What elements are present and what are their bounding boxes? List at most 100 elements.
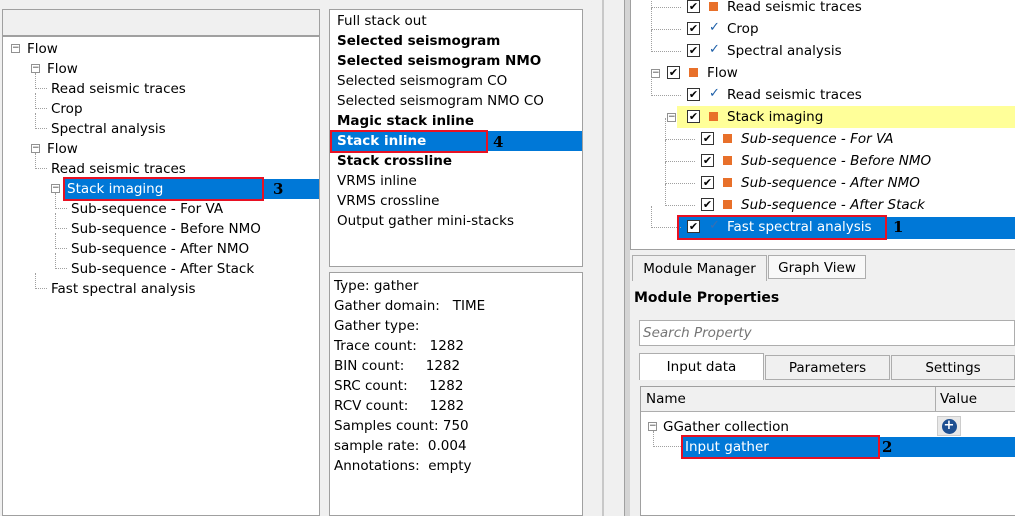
tree-connector bbox=[665, 118, 695, 140]
tree-item[interactable]: Read seismic traces bbox=[727, 0, 862, 17]
output-list-item[interactable]: Selected seismogram NMO bbox=[330, 51, 582, 71]
tree-item[interactable]: Sub-sequence - Before NMO bbox=[69, 219, 261, 239]
checkbox[interactable]: ✔ bbox=[687, 22, 700, 35]
info-line: Samples count: 750 bbox=[334, 418, 469, 434]
tree-item[interactable]: Sub-sequence - After NMO bbox=[741, 173, 920, 193]
checkbox[interactable]: ✔ bbox=[687, 0, 700, 13]
column-header-name[interactable]: Name bbox=[641, 387, 936, 412]
collapse-icon[interactable]: − bbox=[648, 422, 657, 431]
tree-item[interactable]: Sub-sequence - After Stack bbox=[741, 195, 925, 215]
checkbox[interactable]: ✔ bbox=[701, 132, 714, 145]
tree-item[interactable]: Stack imaging bbox=[727, 107, 823, 127]
info-line: Annotations: empty bbox=[334, 458, 472, 474]
tree-connector bbox=[35, 153, 47, 169]
left-panel-header bbox=[2, 9, 320, 37]
tree-connector bbox=[55, 213, 67, 229]
checkbox[interactable]: ✔ bbox=[701, 154, 714, 167]
annotation-number-3: 3 bbox=[273, 180, 284, 198]
tree-connector bbox=[55, 193, 67, 209]
tab-parameters[interactable]: Parameters bbox=[765, 355, 890, 380]
tab-input-data[interactable]: Input data bbox=[639, 353, 764, 380]
status-square-icon bbox=[709, 2, 718, 11]
tab-settings[interactable]: Settings bbox=[891, 355, 1015, 380]
tree-connector bbox=[665, 162, 695, 184]
tree-connector bbox=[651, 0, 681, 8]
flow-tree[interactable]: − Flow − Flow Read seismic traces Crop Spectra… bbox=[2, 37, 320, 516]
flow-check-tree[interactable]: ✔ Read seismic traces ✔ ✓ Crop ✔ ✓ Spectral ana… bbox=[630, 0, 1015, 250]
annotation-box-1 bbox=[677, 215, 887, 240]
splitter[interactable] bbox=[602, 0, 604, 516]
tree-item[interactable]: Sub-sequence - Before NMO bbox=[741, 151, 931, 171]
collapse-icon[interactable]: − bbox=[31, 144, 40, 153]
output-list-item[interactable]: VRMS crossline bbox=[330, 191, 582, 211]
tree-connector bbox=[55, 233, 67, 249]
tree-item[interactable]: Fast spectral analysis bbox=[49, 279, 196, 299]
tree-item[interactable]: Read seismic traces bbox=[727, 85, 862, 105]
status-square-icon bbox=[723, 200, 732, 209]
property-table: Name Value − GGather collection + Input … bbox=[640, 386, 1015, 516]
output-list-item[interactable]: Selected seismogram bbox=[330, 31, 582, 51]
tree-item[interactable]: Flow bbox=[25, 39, 58, 59]
tree-item[interactable]: Read seismic traces bbox=[49, 79, 186, 99]
annotation-number-2: 2 bbox=[882, 438, 893, 456]
annotation-box-3 bbox=[63, 177, 264, 201]
collapse-icon[interactable]: − bbox=[11, 44, 20, 53]
tree-connector bbox=[35, 93, 47, 109]
tree-connector bbox=[665, 184, 695, 206]
tree-item[interactable]: Sub-sequence - After Stack bbox=[69, 259, 254, 279]
add-button[interactable]: + bbox=[937, 416, 961, 436]
tree-item[interactable]: Spectral analysis bbox=[727, 41, 842, 61]
tree-item[interactable]: Flow bbox=[45, 139, 78, 159]
annotation-number-1: 1 bbox=[893, 218, 904, 236]
annotation-box-4 bbox=[330, 130, 488, 153]
info-line: Trace count: 1282 bbox=[334, 338, 464, 354]
tab-module-manager[interactable]: Module Manager bbox=[632, 255, 767, 281]
info-line: sample rate: 0.004 bbox=[334, 438, 467, 454]
output-list-item[interactable]: Selected seismogram CO bbox=[330, 71, 582, 91]
tree-connector bbox=[35, 73, 47, 89]
checkbox[interactable]: ✔ bbox=[687, 44, 700, 57]
tree-item[interactable]: Sub-sequence - For VA bbox=[741, 129, 894, 149]
annotation-number-4: 4 bbox=[493, 133, 504, 151]
collapse-icon[interactable]: − bbox=[51, 184, 60, 193]
output-list-item[interactable]: VRMS inline bbox=[330, 171, 582, 191]
status-square-icon bbox=[709, 112, 718, 121]
tree-connector bbox=[651, 30, 681, 52]
status-square-icon bbox=[723, 178, 732, 187]
output-list-item[interactable]: Magic stack inline bbox=[330, 111, 582, 131]
status-square-icon bbox=[723, 156, 732, 165]
tree-connector bbox=[35, 273, 47, 289]
tree-connector bbox=[665, 140, 695, 162]
output-list-item[interactable]: Output gather mini-stacks bbox=[330, 211, 582, 231]
column-header-value[interactable]: Value bbox=[936, 387, 1015, 412]
tree-item[interactable]: Spectral analysis bbox=[49, 119, 166, 139]
checkbox[interactable]: ✔ bbox=[701, 198, 714, 211]
tree-item[interactable]: Flow bbox=[45, 59, 78, 79]
info-line: Type: gather bbox=[334, 278, 419, 294]
output-list-item[interactable]: Full stack out bbox=[330, 11, 582, 31]
info-line: SRC count: 1282 bbox=[334, 378, 464, 394]
tree-item[interactable]: Sub-sequence - After NMO bbox=[69, 239, 249, 259]
tree-connector bbox=[55, 253, 67, 269]
tree-item[interactable]: Flow bbox=[707, 63, 738, 83]
output-list-item[interactable]: Stack crossline bbox=[330, 151, 582, 171]
check-status-icon: ✓ bbox=[709, 42, 720, 57]
info-line: RCV count: 1282 bbox=[334, 398, 465, 414]
search-property-input[interactable] bbox=[639, 320, 1015, 346]
info-line: BIN count: 1282 bbox=[334, 358, 461, 374]
tree-item[interactable]: Read seismic traces bbox=[49, 159, 186, 179]
info-line: Gather domain: TIME bbox=[334, 298, 486, 314]
checkbox[interactable]: ✔ bbox=[687, 88, 700, 101]
plus-icon: + bbox=[941, 419, 957, 434]
tree-item[interactable]: Crop bbox=[727, 19, 759, 39]
output-list[interactable]: Full stack out Selected seismogram Selecte… bbox=[329, 9, 583, 267]
tab-graph-view[interactable]: Graph View bbox=[768, 255, 866, 279]
tree-connector bbox=[653, 431, 683, 447]
tree-item[interactable]: Crop bbox=[49, 99, 83, 119]
output-list-item[interactable]: Selected seismogram NMO CO bbox=[330, 91, 582, 111]
tree-item[interactable]: Sub-sequence - For VA bbox=[69, 199, 223, 219]
collapse-icon[interactable]: − bbox=[31, 64, 40, 73]
info-line: Gather type: bbox=[334, 318, 420, 334]
checkbox[interactable]: ✔ bbox=[701, 176, 714, 189]
gather-info-panel: Type: gather Gather domain: TIME Gather ty… bbox=[329, 272, 583, 516]
